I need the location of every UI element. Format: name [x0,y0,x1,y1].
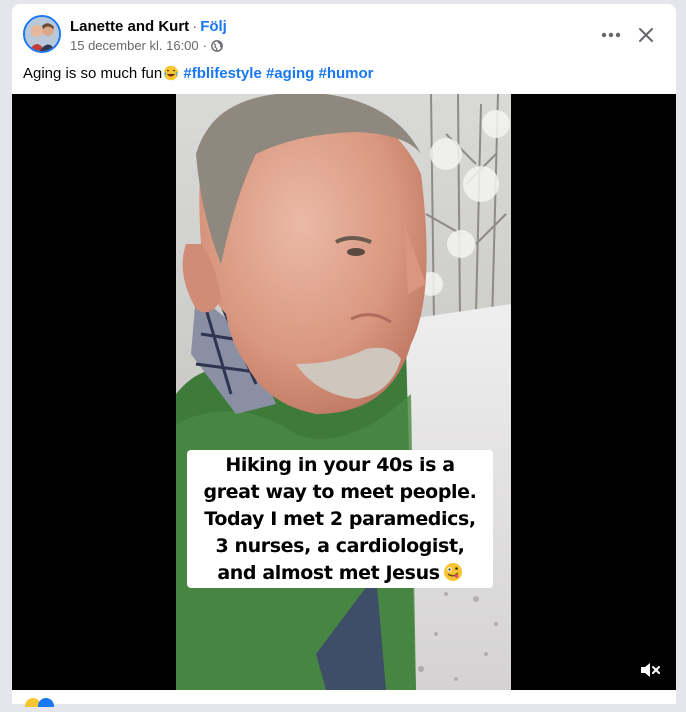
mute-button[interactable] [638,658,662,682]
author-name[interactable]: Lanette and Kurt [70,18,189,35]
overlay-line-3: Today I met 2 paramedics, [204,507,476,530]
hashtag-fblifestyle[interactable]: #fblifestyle [183,65,261,82]
post-header: Lanette and Kurt · Följ 15 december kl. 16… [12,4,676,68]
post-meta: 15 december kl. 16:00 · [70,38,223,54]
zany-face-emoji [443,562,463,582]
caption-text: Aging is so much fun [23,65,163,82]
author-line: Lanette and Kurt · Följ [70,18,227,36]
hashtag-aging[interactable]: #aging [266,65,314,82]
video-player[interactable]: Hiking in your 40s is a great way to mee… [12,94,676,690]
video-frame[interactable]: Hiking in your 40s is a great way to mee… [176,94,511,690]
overlay-line-1: Hiking in your 40s is a [225,453,455,476]
volume-muted-icon [641,663,660,677]
overlay-line-5-wrap: and almost met Jesus [217,560,462,587]
overlay-line-4: 3 nurses, a cardiologist, [215,534,465,557]
follow-button[interactable]: Följ [200,18,227,35]
video-still [176,94,511,690]
post-card: Lanette and Kurt · Följ 15 december kl. 16… [12,4,676,712]
video-text-overlay: Hiking in your 40s is a great way to mee… [187,450,493,588]
reaction-icons[interactable] [24,694,64,712]
hashtag-humor[interactable]: #humor [318,65,373,82]
laughing-tears-emoji [163,65,179,81]
post-timestamp[interactable]: 15 december kl. 16:00 [70,38,199,54]
close-icon [639,28,653,42]
overlay-line-2: great way to meet people. [203,480,477,503]
post-caption: Aging is so much fun #fblifestyle #aging… [23,64,374,84]
timestamp-separator: · [202,38,207,53]
more-horizontal-icon [601,32,621,38]
globe-icon[interactable] [211,40,223,52]
author-avatar[interactable] [23,15,61,53]
close-button[interactable] [633,22,659,48]
more-options-button[interactable] [598,22,624,48]
overlay-line-5: and almost met Jesus [217,561,440,584]
name-separator: · [192,18,198,35]
